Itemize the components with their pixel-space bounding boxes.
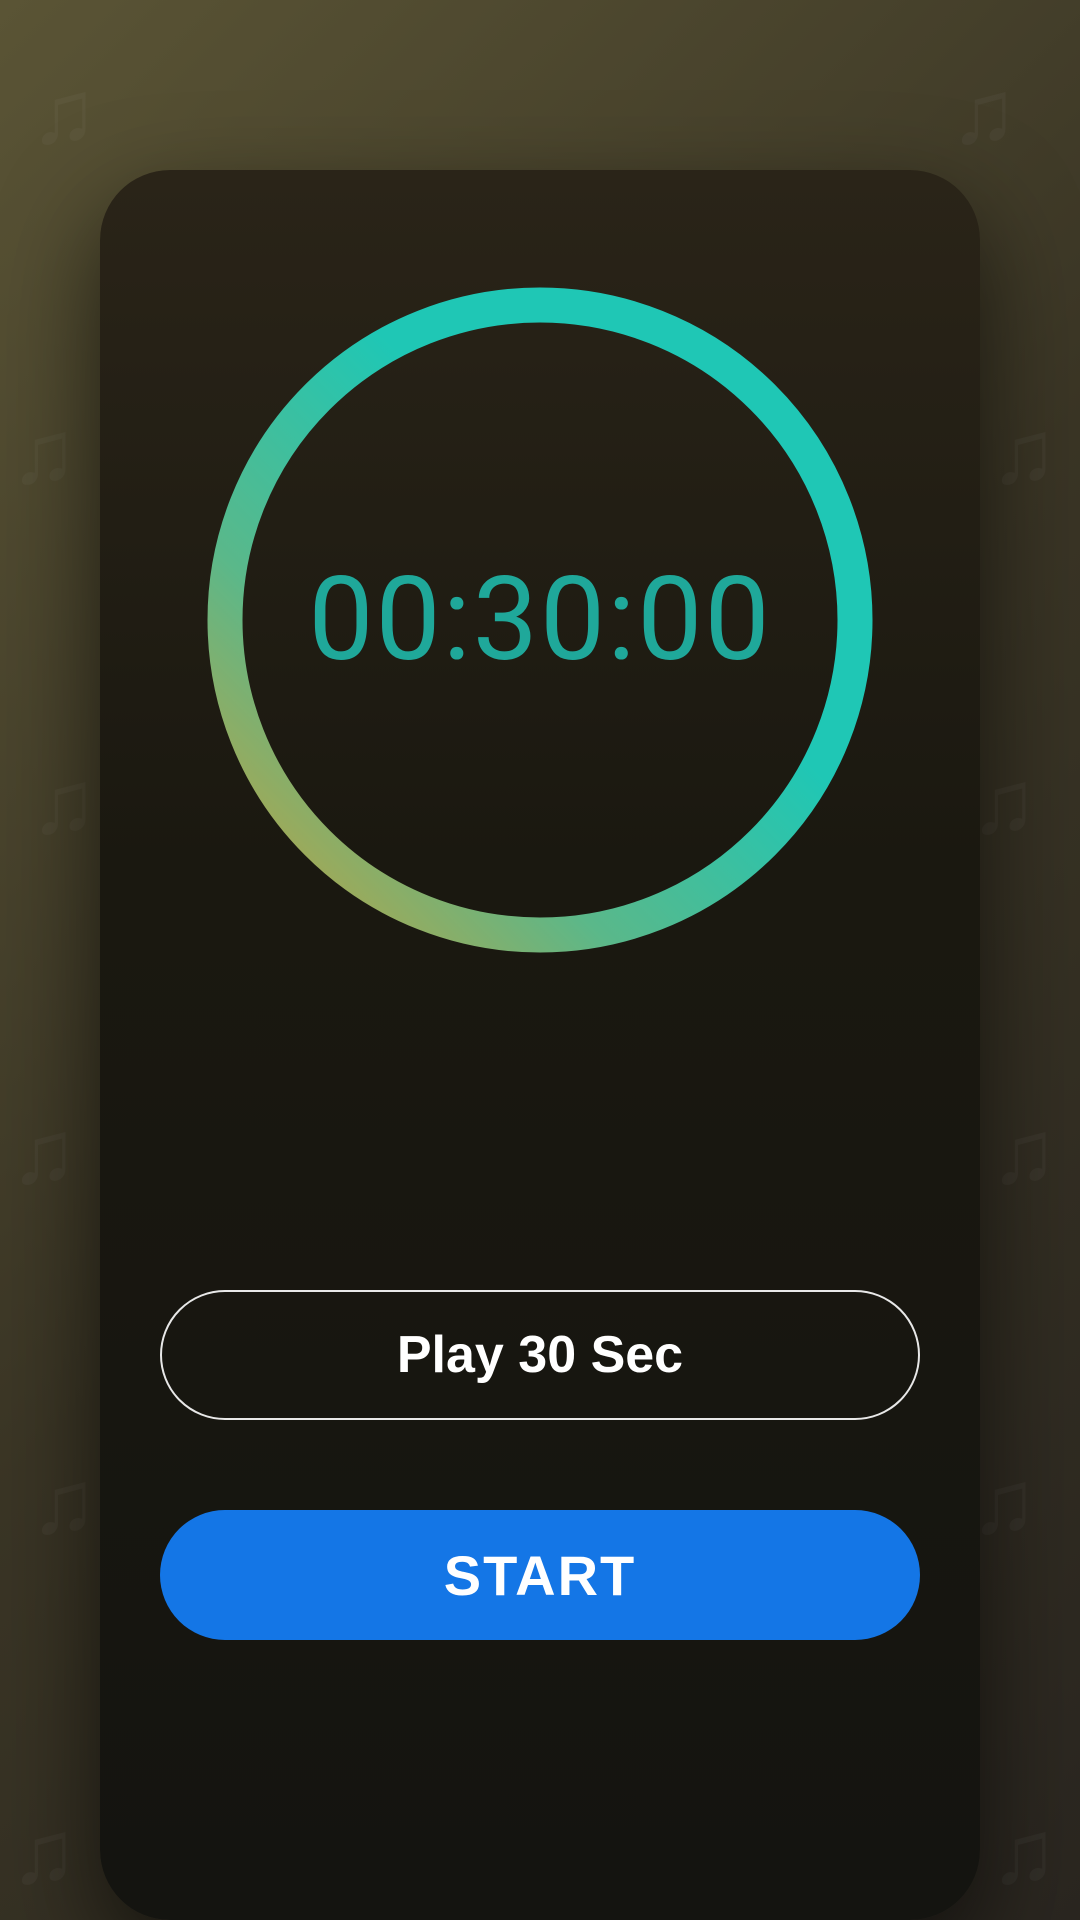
play-preview-label: Play 30 Sec <box>397 1325 683 1385</box>
timer-display: 00:30:00 <box>308 552 771 688</box>
play-preview-button[interactable]: Play 30 Sec <box>160 1290 920 1420</box>
start-button-label: START <box>444 1543 637 1608</box>
start-button[interactable]: START <box>160 1510 920 1640</box>
timer-ring: 00:30:00 <box>190 270 890 970</box>
timer-card: 00:30:00 Play 30 Sec START <box>100 170 980 1920</box>
